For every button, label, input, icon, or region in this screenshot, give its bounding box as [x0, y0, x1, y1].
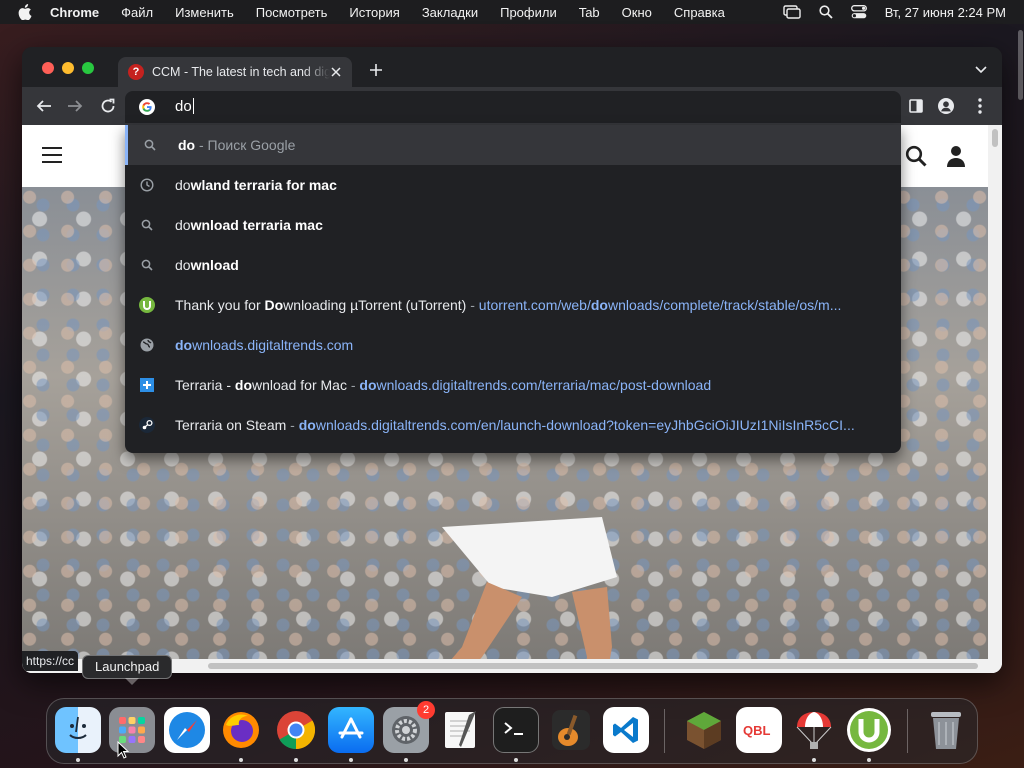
search-icon [142, 137, 158, 153]
menu-window[interactable]: Окно [622, 5, 652, 20]
dock: 2 QBL [46, 698, 978, 764]
tennis-player-legs [439, 517, 617, 673]
menu-bookmarks[interactable]: Закладки [422, 5, 478, 20]
utorrent-icon[interactable] [846, 707, 892, 753]
suggestion-item[interactable]: download [125, 245, 901, 285]
vertical-scroll-thumb[interactable] [992, 129, 998, 147]
search-icon [139, 217, 155, 233]
utorrent-favicon-icon [139, 297, 155, 313]
new-tab-plus-icon[interactable] [368, 62, 384, 78]
omnibox-input-text[interactable]: do [175, 98, 194, 115]
qbl-app-icon[interactable]: QBL [736, 707, 782, 753]
dock-running-indicator [349, 758, 353, 762]
suggestion-item[interactable]: download terraria mac [125, 205, 901, 245]
omnibox-suggestions: do - Поиск Google dowland terraria for m… [125, 125, 901, 453]
minimize-window-button[interactable] [62, 62, 74, 74]
search-icon [139, 257, 155, 273]
address-bar[interactable]: do [125, 91, 901, 123]
mouse-pointer-icon [117, 741, 129, 759]
parachute-app-icon[interactable] [791, 707, 837, 753]
menu-history[interactable]: История [349, 5, 399, 20]
menu-profiles[interactable]: Профили [500, 5, 557, 20]
app-store-icon[interactable] [328, 707, 374, 753]
garageband-icon[interactable] [548, 707, 594, 753]
dock-running-indicator [76, 758, 80, 762]
system-settings-icon[interactable]: 2 [383, 701, 435, 753]
site-search-icon[interactable] [905, 145, 927, 172]
dock-running-indicator [867, 758, 871, 762]
spotlight-search-icon[interactable] [819, 5, 833, 19]
text-caret [192, 98, 194, 114]
suggestion-item[interactable]: downloads.digitaltrends.com [125, 325, 901, 365]
dock-separator [907, 709, 908, 753]
menu-bar: Chrome Файл Изменить Посмотреть История … [0, 0, 1024, 24]
minecraft-icon[interactable] [681, 707, 727, 753]
hamburger-menu-icon[interactable] [42, 147, 62, 163]
apple-menu-icon[interactable] [18, 4, 34, 20]
firefox-icon[interactable] [218, 707, 264, 753]
horizontal-scroll-thumb[interactable] [208, 663, 978, 669]
tab-close-icon[interactable] [328, 64, 344, 80]
menubar-clock[interactable]: Вт, 27 июня 2:24 PM [885, 5, 1006, 20]
finder-icon[interactable] [55, 707, 101, 753]
menu-tab[interactable]: Tab [579, 5, 600, 20]
site-account-icon[interactable] [946, 145, 966, 172]
browser-tab-active[interactable]: ? CCM - The latest in tech and digital [118, 57, 352, 87]
screen-mirroring-icon[interactable] [782, 5, 801, 19]
reload-icon[interactable] [100, 98, 116, 114]
svg-text:QBL: QBL [743, 723, 771, 738]
terminal-icon[interactable] [493, 707, 539, 753]
textedit-icon[interactable] [438, 707, 484, 753]
steam-favicon-icon [139, 417, 155, 433]
suggestion-item[interactable]: Terraria - download for Mac - downloads.… [125, 365, 901, 405]
suggestion-item[interactable]: Thank you for Downloading µTorrent (uTor… [125, 285, 901, 325]
suggestion-item[interactable]: Terraria on Steam - downloads.digitaltre… [125, 405, 901, 445]
menu-view[interactable]: Посмотреть [256, 5, 328, 20]
dock-running-indicator [294, 758, 298, 762]
menu-help[interactable]: Справка [674, 5, 725, 20]
safari-icon[interactable] [164, 707, 210, 753]
suggestion-item[interactable]: do - Поиск Google [125, 125, 901, 165]
digitaltrends-favicon-icon [139, 377, 155, 393]
side-panel-icon[interactable] [908, 98, 924, 114]
chrome-icon[interactable] [273, 707, 319, 753]
launchpad-icon[interactable] [109, 707, 155, 753]
google-g-icon [139, 99, 155, 115]
link-status-bubble: https://cc [22, 651, 79, 671]
close-window-button[interactable] [42, 62, 54, 74]
tab-strip: ? CCM - The latest in tech and digital [22, 47, 1002, 87]
dock-running-indicator [239, 758, 243, 762]
forward-arrow-icon[interactable] [67, 98, 83, 114]
dock-running-indicator [514, 758, 518, 762]
suggestion-item[interactable]: dowland terraria for mac [125, 165, 901, 205]
dock-tooltip: Launchpad [82, 655, 173, 685]
menu-app-chrome[interactable]: Chrome [50, 5, 99, 20]
menu-edit[interactable]: Изменить [175, 5, 234, 20]
profile-avatar-icon[interactable] [938, 98, 954, 114]
vscode-icon[interactable] [603, 707, 649, 753]
notification-badge: 2 [417, 701, 435, 719]
menu-file[interactable]: Файл [121, 5, 153, 20]
zoom-window-button[interactable] [82, 62, 94, 74]
back-arrow-icon[interactable] [36, 98, 52, 114]
desktop-scroll-indicator [1018, 30, 1023, 100]
dock-running-indicator [812, 758, 816, 762]
trash-icon[interactable] [923, 707, 969, 753]
vertical-scrollbar[interactable] [988, 125, 1002, 673]
globe-icon [139, 337, 155, 353]
dock-separator [664, 709, 665, 753]
ccm-favicon-icon: ? [128, 64, 144, 80]
history-clock-icon [139, 177, 155, 193]
more-options-kebab-icon[interactable] [972, 98, 988, 114]
tab-title: CCM - The latest in tech and digital [152, 65, 330, 79]
control-center-icon[interactable] [850, 5, 867, 19]
dock-running-indicator [404, 758, 408, 762]
tab-search-chevron-icon[interactable] [974, 63, 988, 77]
